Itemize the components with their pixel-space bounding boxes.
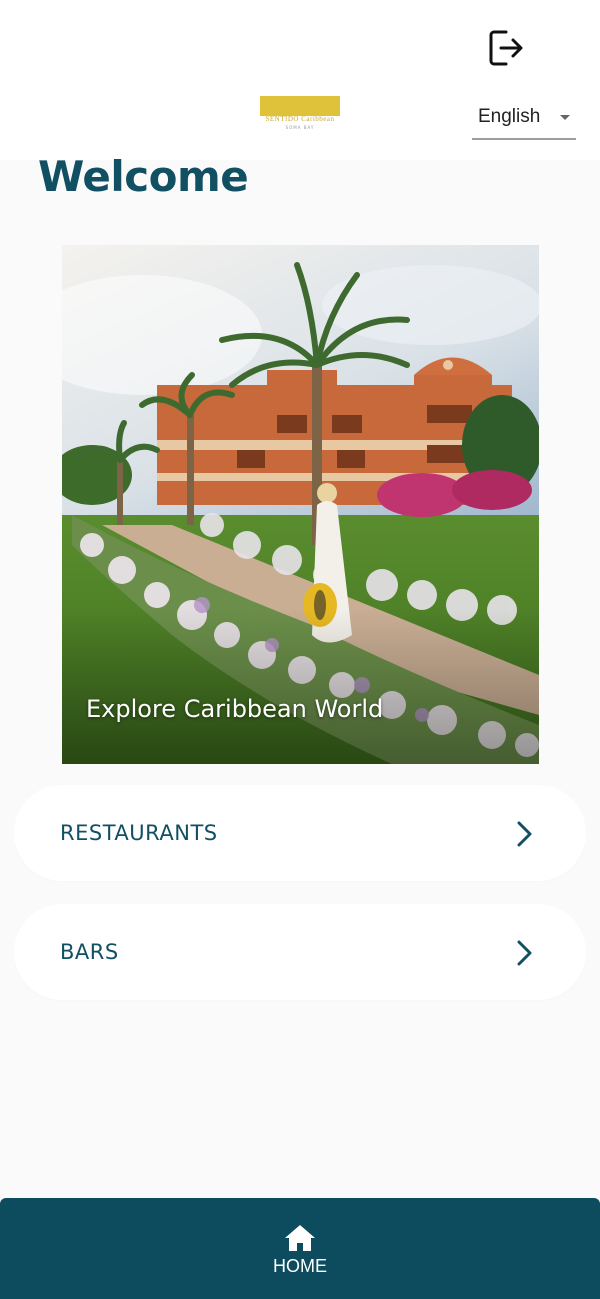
- hotel-logo: SENTIDO Caribbean SOMA BAY: [260, 96, 340, 134]
- home-icon: [285, 1225, 315, 1251]
- language-select[interactable]: English: [472, 98, 576, 140]
- bars-menu-item[interactable]: BARS: [14, 904, 586, 1000]
- logout-button[interactable]: [484, 26, 528, 70]
- bottom-navigation: HOME: [0, 1198, 600, 1299]
- top-bar: SENTIDO Caribbean SOMA BAY English: [0, 0, 600, 160]
- chevron-right-icon: [517, 821, 532, 847]
- nav-item-home-label: HOME: [273, 1256, 327, 1276]
- resort-photo: [62, 245, 539, 764]
- dropdown-caret-icon: [560, 115, 570, 120]
- page-title: Welcome: [38, 152, 249, 201]
- logo-location-text: SOMA BAY: [285, 125, 315, 130]
- chevron-right-icon: [517, 940, 532, 966]
- nav-item-home[interactable]: HOME: [250, 1220, 350, 1280]
- restaurants-label: RESTAURANTS: [60, 821, 218, 845]
- hero-caption: Explore Caribbean World: [86, 695, 384, 723]
- logout-icon: [489, 30, 523, 66]
- explore-hero-card[interactable]: Explore Caribbean World: [62, 245, 539, 764]
- bars-label: BARS: [60, 940, 119, 964]
- restaurants-menu-item[interactable]: RESTAURANTS: [14, 785, 586, 881]
- logo-band: [260, 96, 340, 116]
- language-selected-value: English: [478, 106, 541, 127]
- logo-brand-text: SENTIDO Caribbean: [265, 115, 335, 123]
